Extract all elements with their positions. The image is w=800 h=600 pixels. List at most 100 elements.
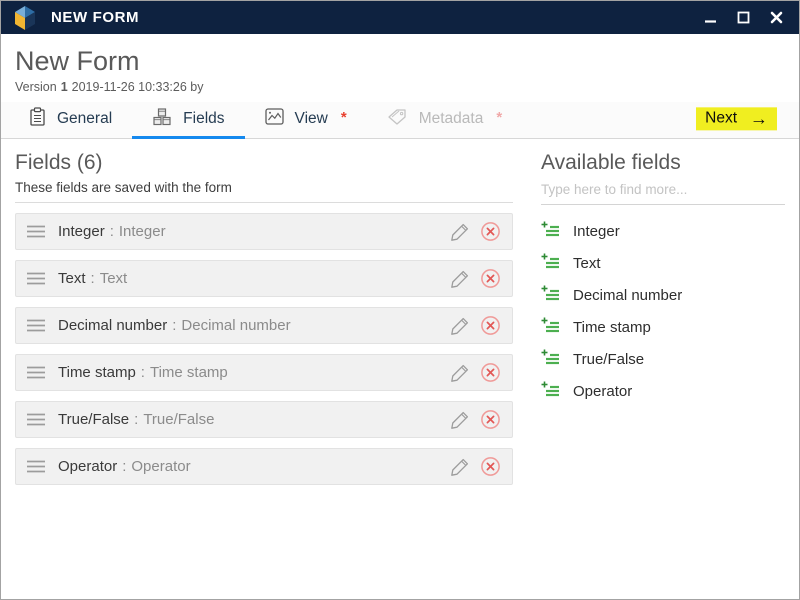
close-icon[interactable] [763, 6, 789, 30]
add-field-icon [541, 285, 560, 306]
drag-handle-icon[interactable] [27, 225, 45, 238]
available-fields-panel: Available fields Integer Text Decimal nu… [541, 139, 785, 599]
cubes-icon [152, 108, 172, 131]
edit-field-icon[interactable] [450, 456, 471, 477]
edit-field-icon[interactable] [450, 268, 471, 289]
fields-panel: Fields (6) These fields are saved with t… [15, 139, 513, 599]
drag-handle-icon[interactable] [27, 460, 45, 473]
available-field-decimal-number[interactable]: Decimal number [541, 279, 785, 311]
arrow-right-icon: → [750, 111, 768, 125]
version-timestamp: 2019-11-26 10:33:26 by [72, 80, 204, 94]
available-field-label: Time stamp [573, 319, 651, 336]
tab-metadata[interactable]: Metadata * [367, 102, 522, 139]
available-field-list: Integer Text Decimal number Time stamp T… [541, 215, 785, 407]
field-type: Decimal number [181, 317, 290, 334]
field-row-integer[interactable]: Integer: Integer [15, 213, 513, 250]
available-field-label: Integer [573, 223, 620, 240]
row-actions [450, 409, 501, 430]
next-button-label: Next [705, 109, 737, 127]
field-row-operator[interactable]: Operator: Operator [15, 448, 513, 485]
drag-handle-icon[interactable] [27, 319, 45, 332]
tab-label: Metadata [419, 110, 484, 128]
app-logo-icon [13, 5, 37, 31]
field-separator: : [172, 317, 176, 334]
tab-bar: General Fields [1, 102, 799, 139]
tab-general[interactable]: General [9, 102, 132, 139]
maximize-icon[interactable] [730, 6, 756, 30]
field-separator: : [134, 411, 138, 428]
app-window: NEW FORM New Form Version12019-11-26 10:… [0, 0, 800, 600]
delete-field-icon[interactable] [480, 268, 501, 289]
field-name: Decimal number [58, 317, 167, 334]
tab-label: Fields [183, 110, 224, 128]
clipboard-icon [29, 107, 46, 131]
available-field-true-false[interactable]: True/False [541, 343, 785, 375]
tab-fields[interactable]: Fields [132, 102, 244, 139]
next-button[interactable]: Next → [696, 107, 777, 130]
delete-field-icon[interactable] [480, 221, 501, 242]
field-name: Integer [58, 223, 105, 240]
field-name: Operator [58, 458, 117, 475]
available-field-label: Operator [573, 383, 632, 400]
field-type: Integer [119, 223, 166, 240]
field-name: True/False [58, 411, 129, 428]
field-separator: : [110, 223, 114, 240]
window-controls [697, 6, 789, 30]
add-field-icon [541, 253, 560, 274]
available-field-time-stamp[interactable]: Time stamp [541, 311, 785, 343]
available-fields-search-input[interactable] [541, 180, 785, 205]
row-actions [450, 456, 501, 477]
fields-panel-subtitle: These fields are saved with the form [15, 180, 513, 203]
delete-field-icon[interactable] [480, 409, 501, 430]
field-row-label: Operator: Operator [58, 458, 450, 475]
version-number: 1 [61, 80, 68, 94]
edit-field-icon[interactable] [450, 315, 471, 336]
main-content: Fields (6) These fields are saved with t… [1, 139, 799, 599]
available-field-operator[interactable]: Operator [541, 375, 785, 407]
field-row-time-stamp[interactable]: Time stamp:Time stamp [15, 354, 513, 391]
field-separator: : [91, 270, 95, 287]
field-row-label: Text:Text [58, 270, 450, 287]
field-type: Time stamp [150, 364, 228, 381]
add-field-icon [541, 317, 560, 338]
edit-field-icon[interactable] [450, 409, 471, 430]
tab-label: General [57, 110, 112, 128]
field-row-decimal-number[interactable]: Decimal number: Decimal number [15, 307, 513, 344]
field-row-label: Time stamp:Time stamp [58, 364, 450, 381]
minimize-icon[interactable] [697, 6, 723, 30]
drag-handle-icon[interactable] [27, 272, 45, 285]
drag-handle-icon[interactable] [27, 413, 45, 426]
row-actions [450, 362, 501, 383]
delete-field-icon[interactable] [480, 315, 501, 336]
page-title: New Form [15, 44, 785, 78]
required-asterisk: * [496, 109, 502, 126]
drag-handle-icon[interactable] [27, 366, 45, 379]
field-separator: : [141, 364, 145, 381]
edit-field-icon[interactable] [450, 221, 471, 242]
add-field-icon [541, 381, 560, 402]
field-name: Text [58, 270, 86, 287]
add-field-icon [541, 221, 560, 242]
field-list: Integer:Integer Text:Text [15, 213, 513, 485]
field-row-text[interactable]: Text:Text [15, 260, 513, 297]
tab-label: View [295, 110, 328, 128]
field-type: Operator [131, 458, 190, 475]
fields-panel-title: Fields (6) [15, 151, 513, 175]
tag-icon [387, 108, 408, 130]
available-field-text[interactable]: Text [541, 247, 785, 279]
version-info: Version12019-11-26 10:33:26 by [15, 80, 785, 94]
field-type: True/False [143, 411, 214, 428]
window-title: NEW FORM [51, 9, 139, 26]
row-actions [450, 221, 501, 242]
field-row-label: True/False: True/False [58, 411, 450, 428]
edit-field-icon[interactable] [450, 362, 471, 383]
field-row-true-false[interactable]: True/False: True/False [15, 401, 513, 438]
field-separator: : [122, 458, 126, 475]
form-header: New Form Version12019-11-26 10:33:26 by [1, 34, 799, 96]
available-field-integer[interactable]: Integer [541, 215, 785, 247]
available-field-label: Decimal number [573, 287, 682, 304]
delete-field-icon[interactable] [480, 456, 501, 477]
tab-view[interactable]: View * [245, 102, 367, 139]
delete-field-icon[interactable] [480, 362, 501, 383]
available-field-label: Text [573, 255, 601, 272]
